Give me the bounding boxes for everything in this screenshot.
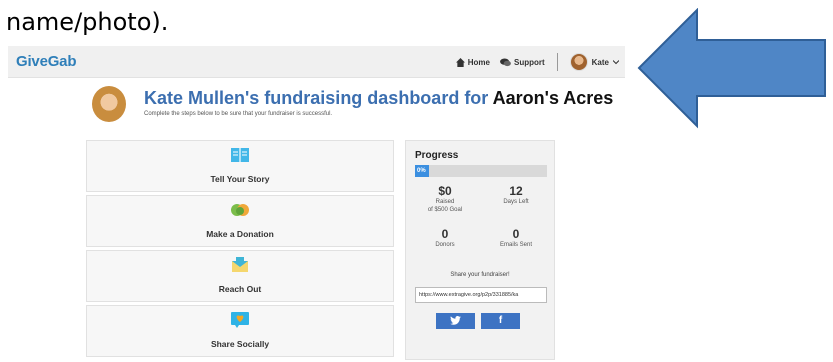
stat-value: 0: [441, 227, 449, 241]
stat-label: Donors: [435, 242, 455, 248]
donation-icon: [231, 204, 249, 216]
dashboard-title-prefix: Kate Mullen's fundraising dashboard for: [144, 88, 489, 108]
stat-value: 0: [512, 227, 520, 241]
callout-arrow-icon: [637, 8, 826, 129]
dashboard-subtitle: Complete the steps below to be sure that…: [144, 111, 333, 117]
step-label: Tell Your Story: [210, 174, 270, 184]
share-url-field[interactable]: https://www.extragive.org/p2p/331885/ka: [415, 287, 547, 303]
heart-speech-icon: [231, 312, 249, 328]
stat-label: Emails Sent: [499, 242, 532, 248]
stat-label: Raised: [435, 199, 455, 205]
stat-value: $0: [438, 184, 452, 198]
progress-bar: 0%: [415, 165, 547, 177]
progress-panel: Progress 0% $0 Raised of $500 Goal 12 Da…: [405, 140, 555, 360]
nav-divider: [556, 53, 558, 71]
step-share-socially[interactable]: Share Socially: [86, 305, 394, 357]
stat-sublabel: of $500 Goal: [427, 207, 463, 213]
nav-home-link[interactable]: Home: [455, 57, 490, 67]
book-icon: [231, 148, 249, 162]
step-make-a-donation[interactable]: Make a Donation: [86, 195, 394, 247]
step-label: Share Socially: [210, 339, 270, 349]
organization-name[interactable]: Aaron's Acres: [493, 88, 614, 108]
fundraiser-avatar: [92, 86, 126, 122]
stat-label: Days Left: [503, 199, 529, 205]
facebook-icon: f: [498, 315, 503, 326]
step-tell-your-story[interactable]: Tell Your Story: [86, 140, 394, 192]
chevron-down-icon[interactable]: [613, 59, 619, 65]
progress-bar-fill: 0%: [415, 165, 429, 177]
steps-list: Tell Your Story Make a Donation Reach Ou…: [86, 140, 394, 360]
home-icon: [455, 57, 465, 67]
dashboard-title: Kate Mullen's fundraising dashboard for …: [144, 88, 613, 109]
document-caption: name/photo).: [6, 8, 169, 36]
user-name[interactable]: Kate: [592, 58, 609, 67]
step-label: Reach Out: [218, 284, 262, 294]
stat-days-left: 12 Days Left: [486, 185, 546, 206]
twitter-share-button[interactable]: [436, 313, 475, 329]
nav-support-label: Support: [513, 57, 545, 67]
twitter-icon: [450, 316, 461, 325]
givegab-logo[interactable]: GiveGab: [16, 53, 76, 70]
stat-donors: 0 Donors: [415, 228, 475, 249]
nav-home-label: Home: [467, 57, 490, 67]
facebook-share-button[interactable]: f: [481, 313, 520, 329]
step-reach-out[interactable]: Reach Out: [86, 250, 394, 302]
step-label: Make a Donation: [206, 229, 274, 239]
stat-value: 12: [509, 184, 523, 198]
user-avatar[interactable]: [569, 53, 588, 71]
progress-title: Progress: [415, 150, 459, 161]
nav-support-link[interactable]: Support: [500, 58, 545, 67]
share-label: Share your fundraiser!: [450, 272, 510, 278]
stat-raised: $0 Raised of $500 Goal: [415, 185, 475, 214]
navbar-right: Home Support Kate: [450, 46, 619, 78]
envelope-icon: [232, 257, 248, 272]
chat-icon: [500, 57, 511, 66]
stat-emails-sent: 0 Emails Sent: [486, 228, 546, 249]
top-navbar: GiveGab Home Support Kate: [8, 46, 625, 78]
